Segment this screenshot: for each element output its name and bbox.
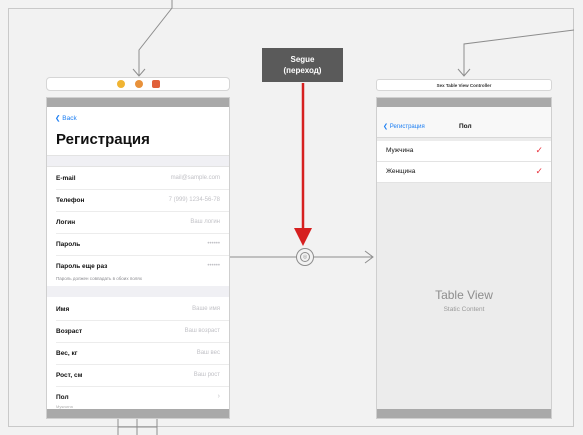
field-label: Пол <box>56 394 69 401</box>
checkmark-icon: ✓ <box>535 145 543 155</box>
section-separator <box>47 286 229 297</box>
login-field[interactable]: Логин Ваш логин <box>47 212 229 234</box>
chevron-left-icon: ❮ <box>55 115 61 122</box>
registration-scene-dock[interactable] <box>46 77 230 91</box>
name-field[interactable]: Имя Ваше имя <box>47 299 229 321</box>
segue-symbol-icon: ◎ <box>300 252 310 262</box>
option-label: Женщина <box>386 168 416 175</box>
chevron-left-icon: ❮ <box>383 124 389 130</box>
section-separator <box>47 155 229 167</box>
option-male-row[interactable]: Мужчина ✓ <box>377 141 551 162</box>
height-field[interactable]: Рост, см Ваш рост <box>47 365 229 387</box>
field-label: Возраст <box>56 328 83 335</box>
chevron-right-icon: › <box>217 393 220 400</box>
table-view-placeholder-title: Table View <box>435 288 493 302</box>
bottom-bar <box>377 409 551 418</box>
field-placeholder[interactable]: Ваш логин <box>190 219 220 225</box>
back-button[interactable]: ❮ Регистрация <box>383 123 425 130</box>
field-label: Имя <box>56 306 70 313</box>
incoming-connection-1 <box>138 0 173 76</box>
segue-label-line1: Segue <box>290 55 315 64</box>
bottom-bar <box>47 409 229 418</box>
sex-screen[interactable]: ❮ Регистрация Пол Мужчина ✓ Женщина ✓ Ta… <box>376 97 552 419</box>
field-placeholder[interactable]: Ваш возраст <box>185 328 220 334</box>
checkmark-icon: ✓ <box>535 166 543 176</box>
weight-field[interactable]: Вес, кг Ваш вес <box>47 343 229 365</box>
field-label: E-mail <box>56 175 76 182</box>
sex-options-table: Мужчина ✓ Женщина ✓ <box>377 141 551 183</box>
segue-label-line2: (переход) <box>283 66 322 75</box>
field-placeholder[interactable]: •••••• <box>207 263 220 269</box>
field-label: Пароль <box>56 241 81 248</box>
segue-annotation-label: Segue (переход) <box>262 48 343 82</box>
phone-field[interactable]: Телефон 7 (999) 1234-56-78 <box>47 190 229 212</box>
field-placeholder[interactable]: Ваш рост <box>194 372 220 378</box>
storyboard-canvas: ❮ Back Регистрация E-mail mail@sample.co… <box>0 0 583 435</box>
back-button[interactable]: ❮ Back <box>55 114 77 122</box>
status-bar <box>47 98 229 107</box>
field-label: Логин <box>56 219 76 226</box>
exit-icon[interactable] <box>152 80 160 88</box>
field-label: Телефон <box>56 197 85 204</box>
sex-row[interactable]: Пол › Мужчина <box>47 387 229 409</box>
navigation-bar: ❮ Регистрация Пол <box>377 107 551 138</box>
nav-title: Пол <box>459 123 472 130</box>
view-controller-icon[interactable] <box>117 80 125 88</box>
password-hint: Пароль должен совпадать в обоих полях <box>56 276 142 281</box>
field-label: Пароль еще раз <box>56 263 108 270</box>
table-view-placeholder-subtitle: Static Content <box>443 306 485 313</box>
first-responder-icon[interactable] <box>135 80 143 88</box>
password-repeat-field[interactable]: Пароль еще раз •••••• <box>47 256 229 278</box>
field-placeholder[interactable]: Ваш вес <box>197 350 220 356</box>
registration-screen[interactable]: ❮ Back Регистрация E-mail mail@sample.co… <box>46 97 230 419</box>
field-placeholder[interactable]: mail@sample.com <box>171 175 220 181</box>
option-female-row[interactable]: Женщина ✓ <box>377 162 551 183</box>
segue-icon[interactable]: ◎ <box>296 248 314 266</box>
email-field[interactable]: E-mail mail@sample.com <box>47 168 229 190</box>
sex-scene-title[interactable]: Sex Table View Controller <box>376 79 552 91</box>
option-label: Мужчина <box>386 147 414 154</box>
field-placeholder[interactable]: 7 (999) 1234-56-78 <box>169 197 220 203</box>
field-placeholder[interactable]: Ваше имя <box>192 306 220 312</box>
field-label: Вес, кг <box>56 350 78 357</box>
back-button-label: Регистрация <box>389 124 425 130</box>
age-field[interactable]: Возраст Ваш возраст <box>47 321 229 343</box>
field-label: Рост, см <box>56 372 83 379</box>
field-placeholder[interactable]: •••••• <box>207 241 220 247</box>
page-title: Регистрация <box>56 131 150 148</box>
password-field[interactable]: Пароль •••••• <box>47 234 229 256</box>
back-button-label: Back <box>62 115 77 122</box>
incoming-connection-2 <box>463 29 575 76</box>
status-bar <box>377 98 551 107</box>
segue-annotation-arrowhead <box>294 228 312 246</box>
